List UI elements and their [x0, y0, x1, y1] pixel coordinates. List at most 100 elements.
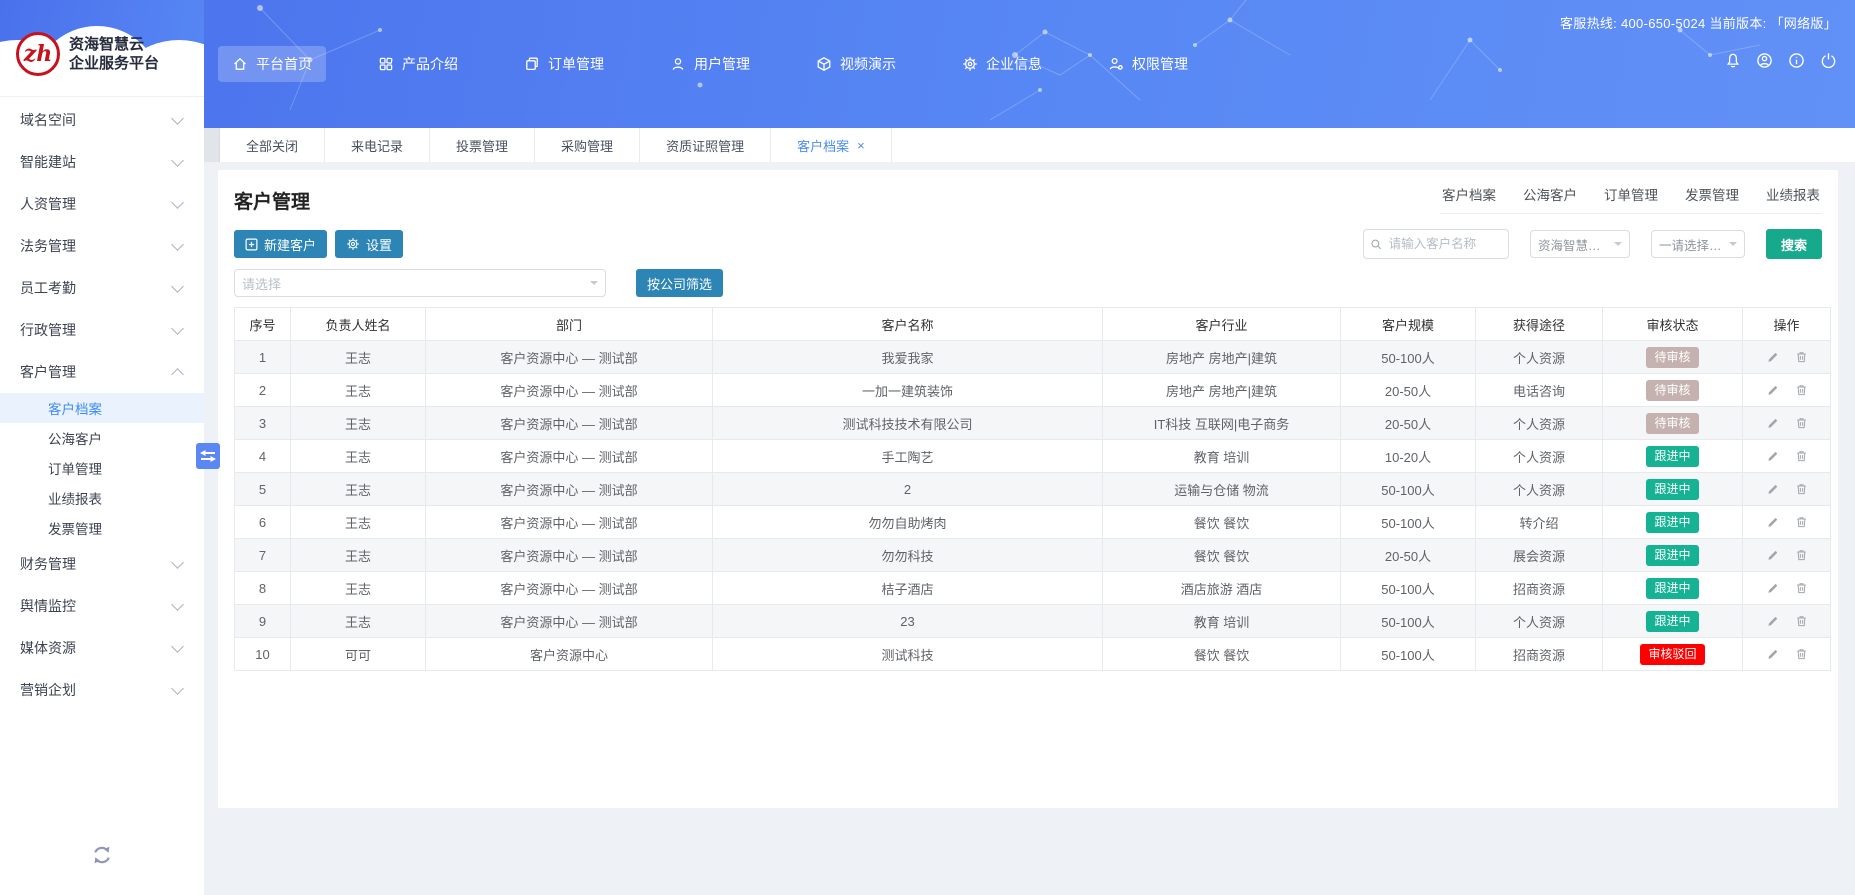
chevron-down-icon [171, 682, 184, 695]
delete-icon[interactable] [1795, 581, 1808, 595]
filter-by-company-button[interactable]: 按公司筛选 [636, 269, 723, 297]
delete-icon[interactable] [1795, 482, 1808, 496]
sidebar-subitem-order-management[interactable]: 订单管理 [0, 453, 204, 483]
sidebar-subitem-customer-files[interactable]: 客户档案 [0, 393, 204, 423]
cell-dept: 客户资源中心 — 测试部 [426, 440, 713, 473]
sidebar-collapse-handle[interactable] [196, 443, 220, 469]
topbar-bell-icon[interactable] [1725, 52, 1741, 69]
tab-close-all[interactable]: 全部关闭 [220, 128, 325, 162]
cell-size: 50-100人 [1341, 605, 1476, 638]
delete-icon[interactable] [1795, 383, 1808, 397]
sidebar-item-admin-management[interactable]: 行政管理 [0, 309, 204, 351]
tab-call-records[interactable]: 来电记录 [325, 128, 430, 162]
sidebar-item-smart-website[interactable]: 智能建站 [0, 141, 204, 183]
delete-icon[interactable] [1795, 449, 1808, 463]
sidebar-item-employee-attendance[interactable]: 员工考勤 [0, 267, 204, 309]
cell-owner: 王志 [291, 440, 426, 473]
delete-icon[interactable] [1795, 515, 1808, 529]
edit-icon[interactable] [1766, 615, 1779, 628]
sidebar-item-media-resources[interactable]: 媒体资源 [0, 627, 204, 669]
cell-no: 8 [235, 572, 291, 605]
quick-link-public-customers[interactable]: 公海客户 [1523, 184, 1577, 204]
cell-status: 待审核 [1603, 341, 1743, 374]
tab-voting-management[interactable]: 投票管理 [430, 128, 535, 162]
topbar-power-icon[interactable] [1820, 52, 1837, 69]
nav-item-order-management[interactable]: 订单管理 [510, 46, 618, 82]
delete-icon[interactable] [1795, 647, 1808, 661]
topbar-info-icon[interactable] [1788, 52, 1805, 69]
settings-button[interactable]: 设置 [335, 230, 403, 258]
tab-close-icon[interactable]: × [857, 138, 865, 153]
gear-icon [962, 56, 978, 72]
new-customer-button[interactable]: 新建客户 [234, 230, 327, 258]
cell-cname: 我爱我家 [713, 341, 1103, 374]
cell-operations [1743, 341, 1831, 374]
edit-icon[interactable] [1766, 549, 1779, 562]
cell-owner: 王志 [291, 473, 426, 506]
quick-link-performance-reports[interactable]: 业绩报表 [1766, 184, 1820, 204]
nav-item-video-demo[interactable]: 视频演示 [802, 46, 910, 82]
nav-item-platform-home[interactable]: 平台首页 [218, 46, 326, 82]
edit-icon[interactable] [1766, 351, 1779, 364]
tab-label: 客户档案 [797, 136, 849, 155]
settings-label: 设置 [366, 235, 392, 254]
nav-item-enterprise-info[interactable]: 企业信息 [948, 46, 1056, 82]
sidebar-item-label: 舆情监控 [20, 596, 76, 616]
cell-operations [1743, 374, 1831, 407]
sidebar-subitem-public-customers[interactable]: 公海客户 [0, 423, 204, 453]
sidebar-item-opinion-monitoring[interactable]: 舆情监控 [0, 585, 204, 627]
cell-source: 个人资源 [1476, 341, 1603, 374]
nav-item-product-intro[interactable]: 产品介绍 [364, 46, 472, 82]
sidebar-item-customer-management[interactable]: 客户管理 [0, 351, 204, 393]
cell-industry: 教育 培训 [1103, 605, 1341, 638]
nav-item-permission-management[interactable]: 权限管理 [1094, 46, 1202, 82]
edit-icon[interactable] [1766, 648, 1779, 661]
cell-cname: 23 [713, 605, 1103, 638]
sidebar-item-label: 财务管理 [20, 554, 76, 574]
cell-industry: 餐饮 餐饮 [1103, 506, 1341, 539]
sidebar-item-finance-management[interactable]: 财务管理 [0, 543, 204, 585]
tab-purchase-management[interactable]: 采购管理 [535, 128, 640, 162]
sidebar-item-marketing-planning[interactable]: 营销企划 [0, 669, 204, 711]
filter-select[interactable]: 请选择 [234, 269, 606, 297]
sidebar-item-legal-management[interactable]: 法务管理 [0, 225, 204, 267]
tab-customer-files[interactable]: 客户档案 × [771, 128, 892, 162]
cell-operations [1743, 440, 1831, 473]
customer-search-input[interactable] [1387, 236, 1502, 252]
chevron-down-icon [171, 238, 184, 251]
delete-icon[interactable] [1795, 416, 1808, 430]
edit-icon[interactable] [1766, 582, 1779, 595]
cell-source: 个人资源 [1476, 440, 1603, 473]
delete-icon[interactable] [1795, 350, 1808, 364]
nav-item-user-management[interactable]: 用户管理 [656, 46, 764, 82]
refresh-button[interactable] [0, 843, 204, 867]
edit-icon[interactable] [1766, 384, 1779, 397]
quick-link-invoice-management[interactable]: 发票管理 [1685, 184, 1739, 204]
tab-qualification-certificates[interactable]: 资质证照管理 [640, 128, 771, 162]
cell-industry: 教育 培训 [1103, 440, 1341, 473]
sidebar-subitem-invoice-management[interactable]: 发票管理 [0, 513, 204, 543]
sidebar-subitem-performance-reports[interactable]: 业绩报表 [0, 483, 204, 513]
company-select[interactable]: 资海智慧云演 [1530, 230, 1630, 258]
edit-icon[interactable] [1766, 450, 1779, 463]
department-select[interactable]: 一请选择部门 [1651, 230, 1745, 258]
quick-link-customer-files[interactable]: 客户档案 [1442, 184, 1496, 204]
delete-icon[interactable] [1795, 548, 1808, 562]
quick-link-order-management[interactable]: 订单管理 [1604, 184, 1658, 204]
gear-icon [346, 237, 360, 251]
column-header: 客户行业 [1103, 308, 1341, 341]
customer-search-field[interactable] [1363, 229, 1509, 259]
sidebar-item-domain-space[interactable]: 域名空间 [0, 99, 204, 141]
search-button[interactable]: 搜索 [1766, 229, 1822, 259]
row-operations [1747, 416, 1826, 430]
order-icon [524, 56, 540, 72]
table-row: 3王志客户资源中心 — 测试部测试科技技术有限公司IT科技 互联网|电子商务20… [235, 407, 1831, 440]
nav-item-label: 企业信息 [986, 54, 1042, 74]
quick-links: 客户档案 公海客户 订单管理 发票管理 业绩报表 [1440, 184, 1822, 214]
topbar-account-icon[interactable] [1756, 52, 1773, 69]
sidebar-item-hr-management[interactable]: 人资管理 [0, 183, 204, 225]
edit-icon[interactable] [1766, 483, 1779, 496]
edit-icon[interactable] [1766, 516, 1779, 529]
delete-icon[interactable] [1795, 614, 1808, 628]
edit-icon[interactable] [1766, 417, 1779, 430]
